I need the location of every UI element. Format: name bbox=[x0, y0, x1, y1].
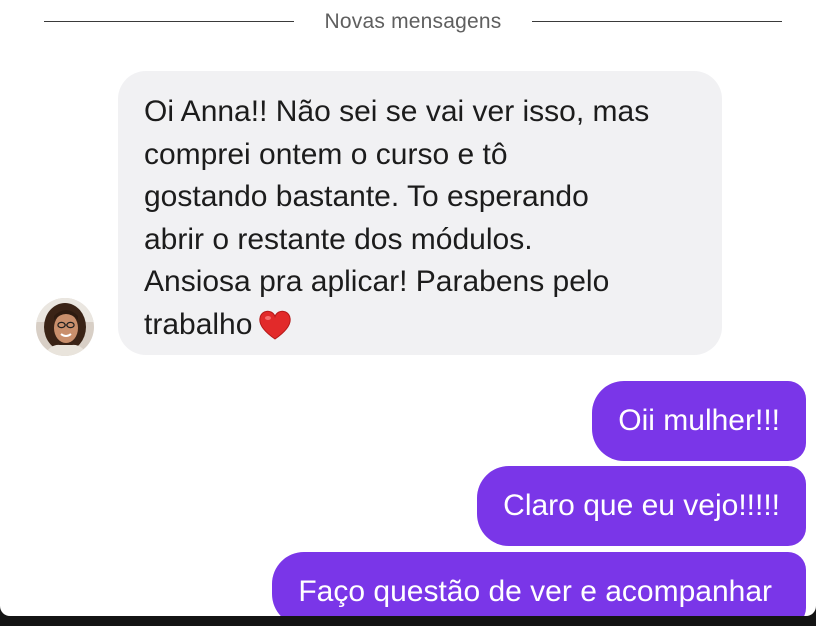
message-line: Ansiosa pra aplicar! Parabens pelo bbox=[144, 265, 610, 298]
message-line: trabalho bbox=[144, 307, 253, 341]
outgoing-message-bubble[interactable]: Claro que eu vejo!!!!! bbox=[477, 466, 806, 546]
avatar-woman-icon bbox=[36, 298, 94, 356]
divider-line-left bbox=[44, 21, 294, 22]
message-line: comprei ontem o curso e tô bbox=[144, 137, 508, 171]
sender-avatar[interactable] bbox=[36, 298, 94, 356]
message-line: Oi Anna!! Não sei se vai ver isso, mas bbox=[144, 95, 650, 128]
new-messages-divider: Novas mensagens bbox=[0, 10, 816, 36]
message-line: gostando bastante. To esperando bbox=[144, 180, 589, 213]
heart-icon bbox=[259, 310, 292, 340]
new-messages-label: Novas mensagens bbox=[324, 10, 502, 33]
outgoing-message-bubble[interactable]: Faço questão de ver e acompanhar bbox=[272, 552, 806, 616]
outgoing-message-bubble[interactable]: Oii mulher!!! bbox=[592, 381, 806, 461]
incoming-message-bubble[interactable]: Oi Anna!! Não sei se vai ver isso, mas c… bbox=[118, 71, 722, 355]
chat-thread: Novas mensagens Oi Anna!! Não sei se vai… bbox=[0, 0, 816, 616]
message-last-line: trabalho bbox=[144, 304, 696, 347]
divider-line-right bbox=[532, 21, 782, 22]
message-line: abrir o restante dos módulos. bbox=[144, 222, 533, 256]
